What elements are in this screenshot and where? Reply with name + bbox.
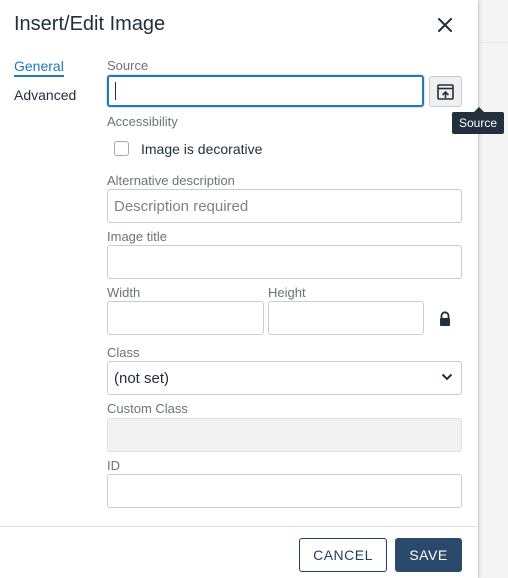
accessibility-label: Accessibility <box>107 114 178 129</box>
alt-description-input[interactable]: Description required <box>107 189 462 223</box>
chevron-down-icon <box>441 373 453 381</box>
decorative-checkbox[interactable] <box>114 141 129 156</box>
image-title-input[interactable] <box>107 245 462 279</box>
close-button[interactable] <box>432 12 458 38</box>
background-divider <box>480 42 508 43</box>
browse-icon <box>437 83 454 100</box>
source-input[interactable] <box>107 75 424 107</box>
insert-image-dialog: Insert/Edit Image General Advanced Sourc… <box>0 0 504 578</box>
source-label: Source <box>107 58 149 73</box>
alt-description-placeholder: Description required <box>114 197 249 215</box>
class-select[interactable]: (not set) <box>107 361 462 395</box>
width-label: Width <box>107 285 141 300</box>
custom-class-label: Custom Class <box>107 401 188 416</box>
background-page <box>478 0 508 578</box>
width-input[interactable] <box>107 301 264 335</box>
save-button[interactable]: SAVE <box>395 538 462 572</box>
footer-divider <box>0 526 478 527</box>
cancel-button[interactable]: CANCEL <box>299 538 387 572</box>
lock-icon[interactable] <box>438 311 452 327</box>
dialog-title: Insert/Edit Image <box>14 13 166 35</box>
dialog-tabs: General Advanced <box>14 58 76 113</box>
id-label: ID <box>107 458 120 473</box>
class-select-value: (not set) <box>114 369 170 387</box>
browse-tooltip: Source <box>452 112 504 134</box>
decorative-checkbox-label[interactable]: Image is decorative <box>141 141 262 157</box>
custom-class-input <box>107 418 462 452</box>
height-input[interactable] <box>268 301 424 335</box>
height-label: Height <box>268 285 306 300</box>
close-icon[interactable] <box>438 18 452 32</box>
tab-advanced[interactable]: Advanced <box>14 87 76 103</box>
tab-general[interactable]: General <box>14 58 64 77</box>
class-label: Class <box>107 345 140 360</box>
image-title-label: Image title <box>107 229 167 244</box>
browse-source-button[interactable] <box>429 76 462 107</box>
text-cursor <box>115 82 116 100</box>
id-input[interactable] <box>107 474 462 508</box>
alt-description-label: Alternative description <box>107 173 235 188</box>
